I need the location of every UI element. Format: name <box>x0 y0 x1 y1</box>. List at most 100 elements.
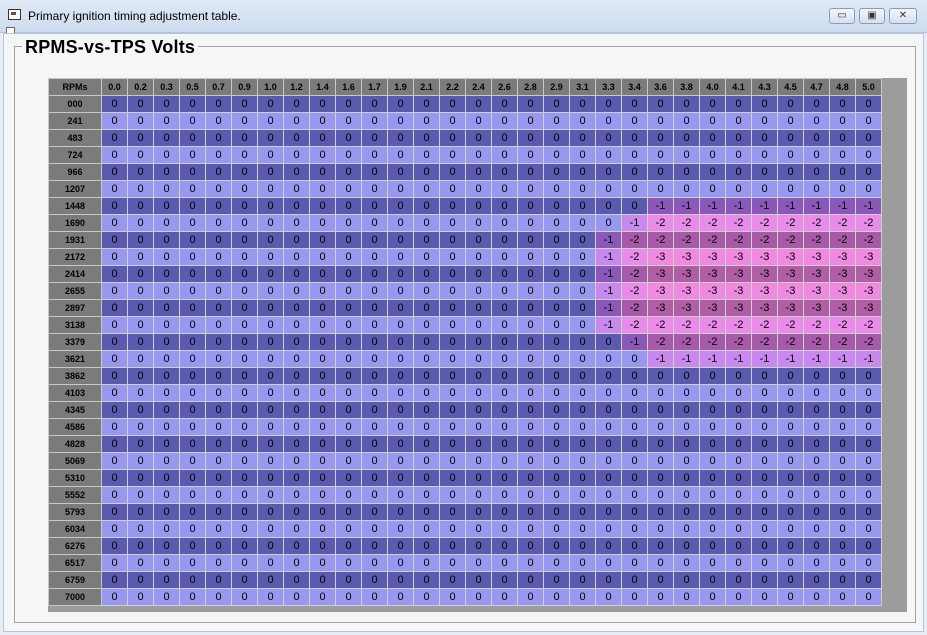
table-cell[interactable]: 0 <box>803 401 830 419</box>
table-cell[interactable]: -2 <box>855 214 882 232</box>
table-cell[interactable]: 0 <box>855 571 882 589</box>
table-cell[interactable]: 0 <box>569 537 596 555</box>
table-cell[interactable]: 0 <box>231 299 258 317</box>
table-cell[interactable]: 0 <box>517 197 544 215</box>
column-header[interactable]: 3.8 <box>673 78 700 96</box>
table-cell[interactable]: 0 <box>205 333 232 351</box>
table-cell[interactable]: 0 <box>673 384 700 402</box>
table-cell[interactable]: 0 <box>855 554 882 572</box>
table-cell[interactable]: 0 <box>855 180 882 198</box>
table-cell[interactable]: 0 <box>257 588 284 606</box>
table-cell[interactable]: 0 <box>257 299 284 317</box>
table-cell[interactable]: 0 <box>543 129 570 147</box>
table-cell[interactable]: 0 <box>491 214 518 232</box>
table-cell[interactable]: 0 <box>205 299 232 317</box>
table-cell[interactable]: 0 <box>543 282 570 300</box>
table-cell[interactable]: 0 <box>569 418 596 436</box>
table-cell[interactable]: 0 <box>361 248 388 266</box>
table-cell[interactable]: -3 <box>647 299 674 317</box>
table-cell[interactable]: 0 <box>621 520 648 538</box>
table-cell[interactable]: 0 <box>543 333 570 351</box>
table-cell[interactable]: 0 <box>179 452 206 470</box>
table-cell[interactable]: 0 <box>153 248 180 266</box>
table-cell[interactable]: 0 <box>543 554 570 572</box>
table-cell[interactable]: -2 <box>855 316 882 334</box>
table-cell[interactable]: -2 <box>777 214 804 232</box>
table-cell[interactable]: 0 <box>491 418 518 436</box>
column-header[interactable]: 1.2 <box>283 78 310 96</box>
table-cell[interactable]: 0 <box>413 299 440 317</box>
table-cell[interactable]: 0 <box>699 95 726 113</box>
table-cell[interactable]: 0 <box>829 452 856 470</box>
table-cell[interactable]: 0 <box>101 401 128 419</box>
table-cell[interactable]: 0 <box>647 554 674 572</box>
table-cell[interactable]: 0 <box>543 316 570 334</box>
table-cell[interactable]: 0 <box>803 129 830 147</box>
row-header[interactable]: 1207 <box>48 180 102 198</box>
table-cell[interactable]: 0 <box>101 197 128 215</box>
table-cell[interactable]: 0 <box>517 180 544 198</box>
table-cell[interactable]: -1 <box>829 197 856 215</box>
table-cell[interactable]: 0 <box>179 537 206 555</box>
table-cell[interactable]: 0 <box>673 469 700 487</box>
table-cell[interactable]: 0 <box>855 435 882 453</box>
table-cell[interactable]: 0 <box>283 588 310 606</box>
table-cell[interactable]: 0 <box>855 452 882 470</box>
table-cell[interactable]: 0 <box>829 146 856 164</box>
table-cell[interactable]: 0 <box>569 180 596 198</box>
table-cell[interactable]: 0 <box>621 503 648 521</box>
table-cell[interactable]: 0 <box>309 129 336 147</box>
table-cell[interactable]: -3 <box>829 248 856 266</box>
table-cell[interactable]: 0 <box>543 180 570 198</box>
table-cell[interactable]: 0 <box>517 384 544 402</box>
table-cell[interactable]: -2 <box>829 316 856 334</box>
table-cell[interactable]: 0 <box>751 367 778 385</box>
table-cell[interactable]: 0 <box>257 129 284 147</box>
table-cell[interactable]: 0 <box>283 197 310 215</box>
table-cell[interactable]: 0 <box>283 214 310 232</box>
table-cell[interactable]: 0 <box>647 95 674 113</box>
table-cell[interactable]: 0 <box>751 418 778 436</box>
table-cell[interactable]: -1 <box>595 282 622 300</box>
table-cell[interactable]: 0 <box>179 486 206 504</box>
table-cell[interactable]: 0 <box>179 265 206 283</box>
table-cell[interactable]: 0 <box>725 129 752 147</box>
table-cell[interactable]: 0 <box>569 163 596 181</box>
table-cell[interactable]: 0 <box>361 452 388 470</box>
table-cell[interactable]: 0 <box>335 588 362 606</box>
table-cell[interactable]: 0 <box>673 95 700 113</box>
table-cell[interactable]: 0 <box>257 571 284 589</box>
table-cell[interactable]: 0 <box>803 384 830 402</box>
table-cell[interactable]: 0 <box>465 95 492 113</box>
table-cell[interactable]: 0 <box>699 401 726 419</box>
table-cell[interactable]: 0 <box>855 95 882 113</box>
table-cell[interactable]: -1 <box>621 214 648 232</box>
table-cell[interactable]: 0 <box>543 452 570 470</box>
table-cell[interactable]: 0 <box>153 180 180 198</box>
table-cell[interactable]: 0 <box>855 401 882 419</box>
table-cell[interactable]: 0 <box>127 282 154 300</box>
table-cell[interactable]: -2 <box>673 231 700 249</box>
table-cell[interactable]: 0 <box>829 435 856 453</box>
table-cell[interactable]: 0 <box>179 333 206 351</box>
table-cell[interactable]: 0 <box>725 180 752 198</box>
table-cell[interactable]: 0 <box>179 520 206 538</box>
table-cell[interactable]: 0 <box>569 571 596 589</box>
table-cell[interactable]: 0 <box>569 401 596 419</box>
table-cell[interactable]: 0 <box>855 469 882 487</box>
table-cell[interactable]: 0 <box>153 503 180 521</box>
table-cell[interactable]: 0 <box>439 401 466 419</box>
table-cell[interactable]: 0 <box>205 537 232 555</box>
table-cell[interactable]: 0 <box>595 146 622 164</box>
table-cell[interactable]: 0 <box>231 350 258 368</box>
table-cell[interactable]: 0 <box>283 486 310 504</box>
table-cell[interactable]: 0 <box>413 401 440 419</box>
table-cell[interactable]: -3 <box>803 282 830 300</box>
table-cell[interactable]: 0 <box>751 571 778 589</box>
table-cell[interactable]: 0 <box>231 282 258 300</box>
table-cell[interactable]: 0 <box>387 520 414 538</box>
table-cell[interactable]: 0 <box>335 265 362 283</box>
table-cell[interactable]: 0 <box>205 231 232 249</box>
table-cell[interactable]: 0 <box>439 384 466 402</box>
table-cell[interactable]: 0 <box>179 248 206 266</box>
